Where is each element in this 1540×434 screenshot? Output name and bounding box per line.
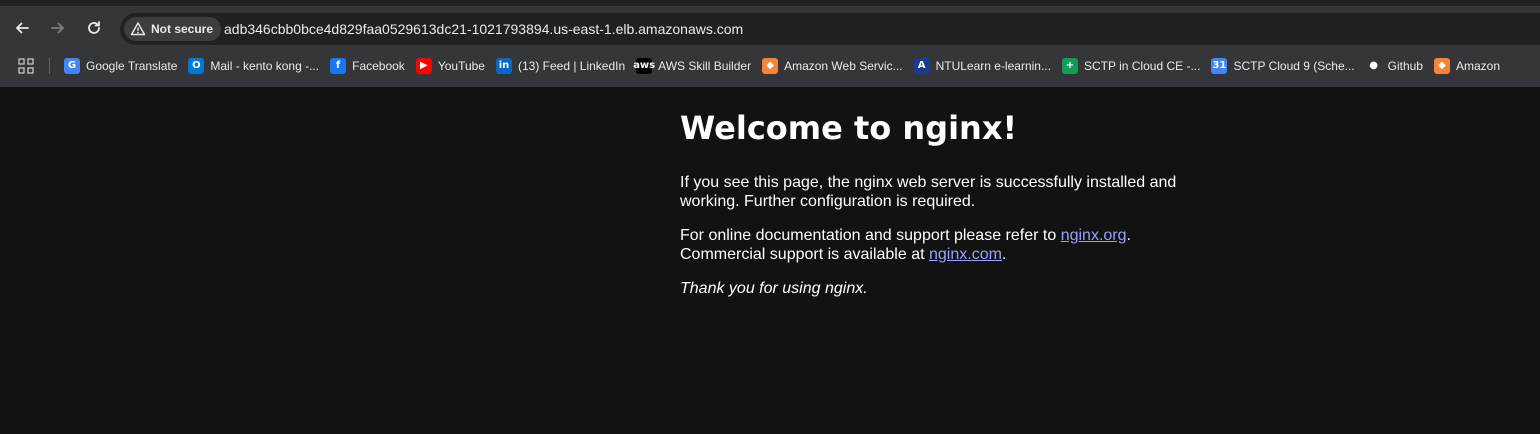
bookmark-label: SCTP in Cloud CE -...: [1083, 59, 1201, 73]
google-sheets-icon: +: [1061, 58, 1078, 74]
ntulearn-icon: A: [913, 58, 930, 74]
nginx-welcome: Welcome to nginx! If you see this page, …: [680, 109, 1200, 313]
bookmark-item[interactable]: ◆ Amazon: [1432, 53, 1509, 79]
bookmark-label: (13) Feed | LinkedIn: [517, 59, 626, 73]
forward-arrow-icon: [51, 22, 64, 34]
youtube-icon: ▶: [415, 58, 432, 74]
bookmark-item[interactable]: 31 SCTP Cloud 9 (Sche...: [1209, 53, 1363, 79]
browser-chrome: Not secure adb346cbb0bce4d829faa0529613d…: [0, 0, 1540, 87]
apps-grid-icon: [18, 58, 34, 74]
support-text: For online documentation and support ple…: [680, 227, 1061, 244]
thanks-paragraph: Thank you for using nginx.: [680, 279, 1200, 298]
aws-cube-icon: ◆: [762, 58, 779, 74]
linkedin-icon: in: [495, 58, 512, 74]
browser-toolbar: Not secure adb346cbb0bce4d829faa0529613d…: [0, 6, 1540, 51]
bookmark-label: Amazon: [1455, 59, 1501, 73]
bookmark-item[interactable]: f Facebook: [328, 53, 414, 79]
page-content: Welcome to nginx! If you see this page, …: [0, 87, 1540, 434]
bookmark-item[interactable]: in (13) Feed | LinkedIn: [494, 53, 634, 79]
bookmark-label: Amazon Web Servic...: [784, 59, 903, 73]
support-paragraph: For online documentation and support ple…: [680, 226, 1200, 264]
bookmark-label: Google Translate: [86, 59, 178, 73]
bookmark-item[interactable]: ● Github: [1364, 53, 1432, 79]
bookmark-label: Github: [1387, 59, 1423, 73]
reload-icon: [88, 21, 100, 34]
thanks-text: Thank you for using nginx.: [680, 280, 868, 297]
google-translate-icon: G: [64, 58, 80, 74]
aws-cube-icon: ◆: [1433, 58, 1450, 74]
bookmark-item[interactable]: + SCTP in Cloud CE -...: [1060, 53, 1209, 79]
apps-button[interactable]: [13, 53, 39, 79]
bookmark-item[interactable]: A NTULearn e-learnin...: [912, 53, 1060, 79]
bookmark-label: SCTP Cloud 9 (Sche...: [1233, 59, 1355, 73]
url-text[interactable]: adb346cbb0bce4d829faa0529613dc21-1021793…: [224, 21, 743, 37]
intro-paragraph: If you see this page, the nginx web serv…: [680, 174, 1177, 210]
bookmark-label: AWS Skill Builder: [658, 59, 752, 73]
address-bar[interactable]: Not secure adb346cbb0bce4d829faa0529613d…: [120, 13, 1540, 45]
bookmark-label: NTULearn e-learnin...: [935, 59, 1051, 73]
facebook-icon: f: [330, 58, 347, 74]
google-calendar-icon: 31: [1211, 58, 1228, 74]
outlook-mail-icon: O: [188, 58, 205, 74]
security-label: Not secure: [151, 22, 214, 36]
bookmark-item[interactable]: ◆ Amazon Web Servic...: [760, 53, 912, 79]
nginx-com-link[interactable]: nginx.com: [929, 246, 1002, 263]
page-heading: Welcome to nginx!: [680, 109, 1018, 147]
bookmarks-bar: G Google Translate O Mail - kento kong -...…: [0, 51, 1540, 81]
aws-icon: aws: [633, 58, 655, 74]
bookmark-item[interactable]: aws AWS Skill Builder: [633, 53, 760, 79]
bookmark-label: YouTube: [437, 59, 485, 73]
forward-button[interactable]: [42, 12, 74, 44]
security-chip[interactable]: Not secure: [124, 17, 222, 41]
nginx-org-link[interactable]: nginx.org: [1061, 227, 1127, 244]
bookmarks-separator: [49, 58, 50, 74]
bookmark-item[interactable]: O Mail - kento kong -...: [186, 53, 328, 79]
bookmark-item[interactable]: ▶ YouTube: [414, 53, 494, 79]
bookmark-item[interactable]: G Google Translate: [62, 53, 186, 79]
reload-button[interactable]: [78, 12, 110, 44]
github-icon: ●: [1365, 58, 1382, 74]
back-button[interactable]: [6, 12, 38, 44]
support-text-end: .: [1001, 246, 1007, 263]
bookmark-label: Mail - kento kong -...: [210, 59, 320, 73]
back-arrow-icon: [16, 22, 29, 34]
warning-icon: [130, 22, 146, 36]
bookmark-label: Facebook: [352, 59, 405, 73]
